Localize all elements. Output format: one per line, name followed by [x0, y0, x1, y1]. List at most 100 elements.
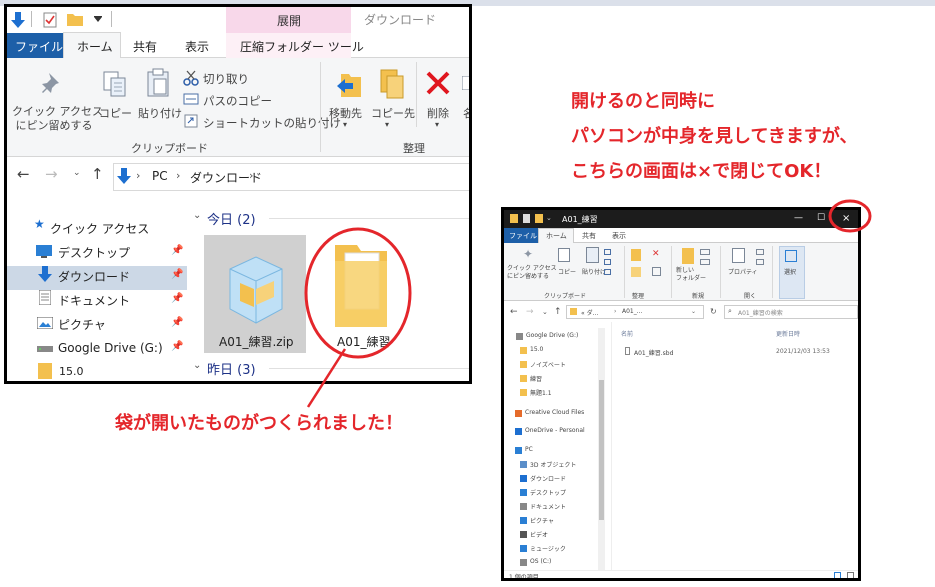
nav-item[interactable]: ダウンロード — [530, 474, 566, 483]
copy-to-label[interactable]: コピー先 — [371, 105, 415, 121]
file-name[interactable]: A01_練習.sbd — [634, 348, 673, 357]
tab-share[interactable]: 共有 — [582, 231, 596, 241]
breadcrumb-downloads[interactable]: « ダ... — [581, 308, 598, 317]
paste-label[interactable]: 貼り付け — [138, 105, 182, 121]
group-today[interactable]: 今日 (2) — [207, 209, 256, 228]
nav-item[interactable]: 練習 — [530, 374, 542, 383]
nav-pictures[interactable]: ピクチャ — [58, 316, 106, 333]
delete-label[interactable]: 削除 — [427, 105, 449, 121]
breadcrumb-folder[interactable]: A01_... — [622, 308, 642, 315]
rename-label[interactable]: 名 — [463, 105, 469, 121]
copy-to-icon[interactable] — [631, 267, 641, 277]
pin-icon[interactable] — [41, 71, 63, 95]
details-view-icon[interactable] — [834, 572, 841, 578]
refresh-icon[interactable]: ↻ — [710, 307, 717, 316]
paste-icon[interactable] — [146, 68, 172, 98]
properties-icon[interactable] — [523, 214, 530, 223]
new-folder-label[interactable]: 新しい フォルダー — [676, 267, 706, 283]
nav-desktop[interactable]: デスクトップ — [58, 244, 130, 261]
chevron-down-icon[interactable]: ▾ — [385, 120, 389, 129]
tab-view[interactable]: 表示 — [612, 231, 626, 241]
paste-shortcut-icon[interactable] — [183, 114, 199, 128]
nav-item[interactable]: ミュージック — [530, 544, 566, 553]
new-folder-icon[interactable] — [682, 248, 694, 264]
nav-item[interactable]: Creative Cloud Files — [525, 409, 584, 416]
open-icon[interactable] — [756, 249, 764, 255]
minimize-icon[interactable]: — — [794, 213, 803, 223]
delete-icon[interactable] — [425, 70, 451, 96]
up-arrow-icon[interactable]: ↑ — [91, 165, 104, 183]
easy-access-icon[interactable] — [700, 259, 710, 265]
nav-item[interactable]: 15.0 — [530, 346, 543, 353]
new-folder-icon[interactable] — [67, 12, 83, 26]
maximize-icon[interactable]: ☐ — [817, 213, 825, 223]
copy-icon[interactable] — [558, 248, 570, 262]
nav-folder-15[interactable]: 15.0 — [59, 365, 84, 378]
pin-icon[interactable]: 📌 — [171, 341, 183, 352]
nav-item[interactable]: OneDrive - Personal — [525, 427, 585, 434]
tab-view[interactable]: 表示 — [185, 38, 209, 55]
breadcrumb-pc[interactable]: PC — [152, 169, 168, 183]
nav-item[interactable]: ピクチャ — [530, 516, 554, 525]
copy-path-icon[interactable] — [604, 259, 611, 265]
chevron-down-icon[interactable] — [93, 16, 103, 24]
column-modified[interactable]: 更新日時 — [776, 329, 800, 338]
nav-item[interactable]: ビデオ — [530, 530, 548, 539]
properties-label[interactable]: プロパティ — [728, 267, 758, 276]
rename-icon[interactable] — [652, 267, 661, 276]
paste-shortcut-icon[interactable] — [604, 269, 611, 275]
pin-icon[interactable]: 📌 — [171, 293, 183, 304]
chevron-down-icon[interactable]: ⌄ — [193, 360, 201, 371]
forward-arrow-icon[interactable]: → — [45, 165, 58, 183]
nav-item[interactable]: ドキュメント — [530, 502, 566, 511]
chevron-down-icon[interactable]: ⌄ — [73, 168, 81, 178]
delete-icon[interactable]: ✕ — [652, 249, 660, 259]
copy-label[interactable]: コピー — [558, 267, 576, 276]
pin-icon[interactable]: 📌 — [171, 245, 183, 256]
nav-item[interactable]: OS (C:) — [530, 558, 551, 565]
nav-item[interactable]: デスクトップ — [530, 488, 566, 497]
up-arrow-icon[interactable]: ↑ — [554, 307, 562, 317]
forward-arrow-icon[interactable]: → — [526, 307, 534, 317]
properties-icon[interactable] — [43, 12, 57, 28]
tab-share[interactable]: 共有 — [133, 38, 157, 55]
column-name[interactable]: 名前 — [621, 329, 633, 338]
move-to-icon[interactable] — [631, 249, 641, 261]
move-to-icon[interactable] — [335, 70, 363, 100]
copy-label[interactable]: コピー — [99, 105, 132, 121]
edit-icon[interactable] — [756, 259, 764, 265]
nav-google-drive[interactable]: Google Drive (G:) — [58, 341, 163, 355]
nav-item[interactable]: 3D オブジェクト — [530, 460, 576, 469]
chevron-down-icon[interactable]: ▾ — [435, 120, 439, 129]
nav-item[interactable]: ノイズベート — [530, 360, 566, 369]
move-to-label[interactable]: 移動先 — [329, 105, 362, 121]
paste-icon[interactable] — [586, 247, 599, 263]
nav-quick-access[interactable]: クイック アクセス — [50, 220, 149, 237]
back-arrow-icon[interactable]: ← — [17, 165, 30, 183]
nav-documents[interactable]: ドキュメント — [58, 292, 130, 309]
chevron-down-icon[interactable]: ⌄ — [546, 214, 552, 222]
properties-icon[interactable] — [732, 248, 745, 263]
nav-item[interactable]: PC — [525, 446, 533, 453]
group-yesterday[interactable]: 昨日 (3) — [207, 359, 256, 378]
new-item-icon[interactable] — [700, 249, 710, 255]
tab-compressed-folder-tools[interactable]: 圧縮フォルダー ツール — [240, 38, 364, 55]
nav-downloads[interactable]: ダウンロード — [58, 268, 130, 285]
nav-item[interactable]: 無題1.1 — [530, 388, 552, 397]
rename-icon[interactable] — [462, 76, 472, 90]
cut-icon[interactable] — [604, 249, 611, 255]
chevron-down-icon[interactable]: ▾ — [343, 120, 347, 129]
pin-icon[interactable]: 📌 — [171, 317, 183, 328]
chevron-down-icon[interactable]: ⌄ — [193, 210, 201, 221]
large-icons-view-icon[interactable] — [847, 572, 854, 578]
chevron-down-icon[interactable]: ⌄ — [542, 308, 548, 316]
paste-label[interactable]: 貼り付け — [582, 267, 606, 276]
pin-quick-access-label[interactable]: クイック アクセス にピン留めする — [507, 265, 557, 281]
cut-icon[interactable] — [183, 70, 199, 86]
copy-icon[interactable] — [102, 70, 128, 98]
copy-to-icon[interactable] — [377, 68, 405, 100]
pin-quick-access-label[interactable]: クイック アクセス にピン留めする — [12, 105, 103, 133]
new-folder-icon[interactable] — [535, 214, 543, 223]
copy-path-icon[interactable] — [183, 92, 199, 106]
copy-path-label[interactable]: パスのコピー — [203, 93, 272, 109]
